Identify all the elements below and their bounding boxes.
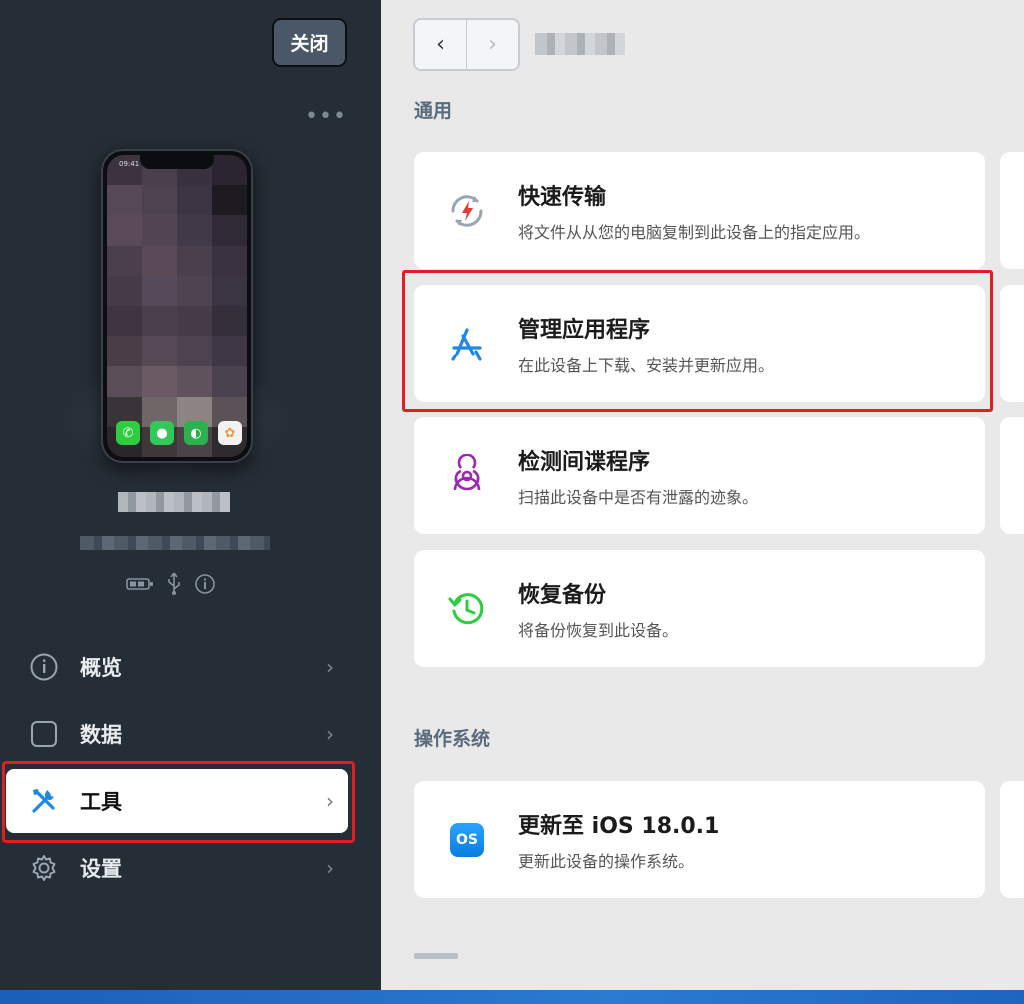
phone-dock: ✆ ● ◐ ✿ bbox=[116, 421, 242, 445]
wechat-app-icon: ◐ bbox=[184, 421, 208, 445]
card-manage-apps[interactable]: 管理应用程序 在此设备上下载、安装并更新应用。 bbox=[414, 285, 985, 402]
chevron-right-icon: › bbox=[326, 655, 334, 679]
info-icon bbox=[24, 647, 64, 687]
fast-transfer-icon bbox=[442, 186, 492, 236]
card-peek[interactable] bbox=[1000, 417, 1024, 534]
section-title-general: 通用 bbox=[414, 100, 453, 122]
sidebar: 关闭 ••• 09:41 ✆ ● ◐ ✿ 概览 › 数据 › 工具 › 设置 › bbox=[0, 0, 381, 990]
card-peek[interactable] bbox=[1000, 152, 1024, 269]
card-description: 将文件从从您的电脑复制到此设备上的指定应用。 bbox=[518, 222, 871, 242]
close-button[interactable]: 关闭 bbox=[272, 18, 347, 67]
card-description: 扫描此设备中是否有泄露的迹象。 bbox=[518, 487, 759, 507]
forward-button[interactable]: › bbox=[467, 20, 518, 69]
biohazard-icon bbox=[442, 451, 492, 501]
app-store-icon bbox=[442, 319, 492, 369]
card-title: 快速传输 bbox=[518, 184, 607, 210]
restore-clock-icon bbox=[442, 584, 492, 634]
messages-app-icon: ● bbox=[150, 421, 174, 445]
back-button[interactable]: ‹ bbox=[415, 20, 467, 69]
card-peek[interactable] bbox=[1000, 285, 1024, 402]
chevron-right-icon: › bbox=[326, 856, 334, 880]
card-title: 管理应用程序 bbox=[518, 317, 651, 343]
sidebar-item-settings[interactable]: 设置 › bbox=[6, 836, 348, 900]
info-circle-icon[interactable] bbox=[194, 573, 216, 600]
sidebar-item-label: 工具 bbox=[80, 790, 122, 814]
page-title-redacted bbox=[535, 33, 625, 55]
card-detect-spyware[interactable]: 检测间谍程序 扫描此设备中是否有泄露的迹象。 bbox=[414, 417, 985, 534]
os-badge-icon: OS bbox=[442, 815, 492, 865]
device-info-redacted bbox=[80, 536, 270, 550]
card-description: 将备份恢复到此设备。 bbox=[518, 620, 679, 640]
phone-screen-pixelated bbox=[107, 155, 247, 457]
os-taskbar bbox=[0, 990, 1024, 1004]
usb-icon bbox=[166, 572, 182, 601]
card-update-ios[interactable]: OS 更新至 iOS 18.0.1 更新此设备的操作系统。 bbox=[414, 781, 985, 898]
card-description: 更新此设备的操作系统。 bbox=[518, 851, 695, 871]
history-nav: ‹ › bbox=[413, 18, 520, 71]
next-section-title-clipped bbox=[414, 953, 458, 959]
os-badge-text: OS bbox=[450, 822, 484, 857]
phone-notch bbox=[140, 155, 214, 169]
card-fast-transfer[interactable]: 快速传输 将文件从从您的电脑复制到此设备上的指定应用。 bbox=[414, 152, 985, 269]
phone-app-icon: ✆ bbox=[116, 421, 140, 445]
card-description: 在此设备上下载、安装并更新应用。 bbox=[518, 355, 775, 375]
sidebar-item-label: 概览 bbox=[80, 656, 122, 680]
device-image: 09:41 ✆ ● ◐ ✿ bbox=[101, 149, 253, 463]
square-icon bbox=[24, 714, 64, 754]
battery-icon bbox=[126, 576, 154, 597]
more-dots-icon[interactable]: ••• bbox=[305, 106, 346, 134]
main-panel: ‹ › 通用 快速传输 将文件从从您的电脑复制到此设备上的指定应用。 管理应用程… bbox=[381, 0, 1024, 990]
section-title-os: 操作系统 bbox=[414, 728, 491, 750]
phone-status-time: 09:41 bbox=[119, 160, 140, 168]
photos-app-icon: ✿ bbox=[218, 421, 242, 445]
chevron-right-icon: › bbox=[326, 789, 334, 813]
sidebar-item-label: 数据 bbox=[80, 723, 122, 747]
sidebar-item-data[interactable]: 数据 › bbox=[6, 702, 348, 766]
card-title: 检测间谍程序 bbox=[518, 449, 651, 475]
gear-icon bbox=[24, 848, 64, 888]
sidebar-item-tools[interactable]: 工具 › bbox=[6, 769, 348, 833]
card-peek[interactable] bbox=[1000, 781, 1024, 898]
sidebar-item-label: 设置 bbox=[80, 857, 122, 881]
sidebar-item-overview[interactable]: 概览 › bbox=[6, 635, 348, 699]
card-restore-backup[interactable]: 恢复备份 将备份恢复到此设备。 bbox=[414, 550, 985, 667]
card-title: 恢复备份 bbox=[518, 582, 607, 608]
tools-icon bbox=[24, 781, 64, 821]
device-status-icons bbox=[126, 572, 216, 601]
card-title: 更新至 iOS 18.0.1 bbox=[518, 813, 720, 839]
chevron-right-icon: › bbox=[326, 722, 334, 746]
device-name-redacted bbox=[118, 492, 230, 512]
